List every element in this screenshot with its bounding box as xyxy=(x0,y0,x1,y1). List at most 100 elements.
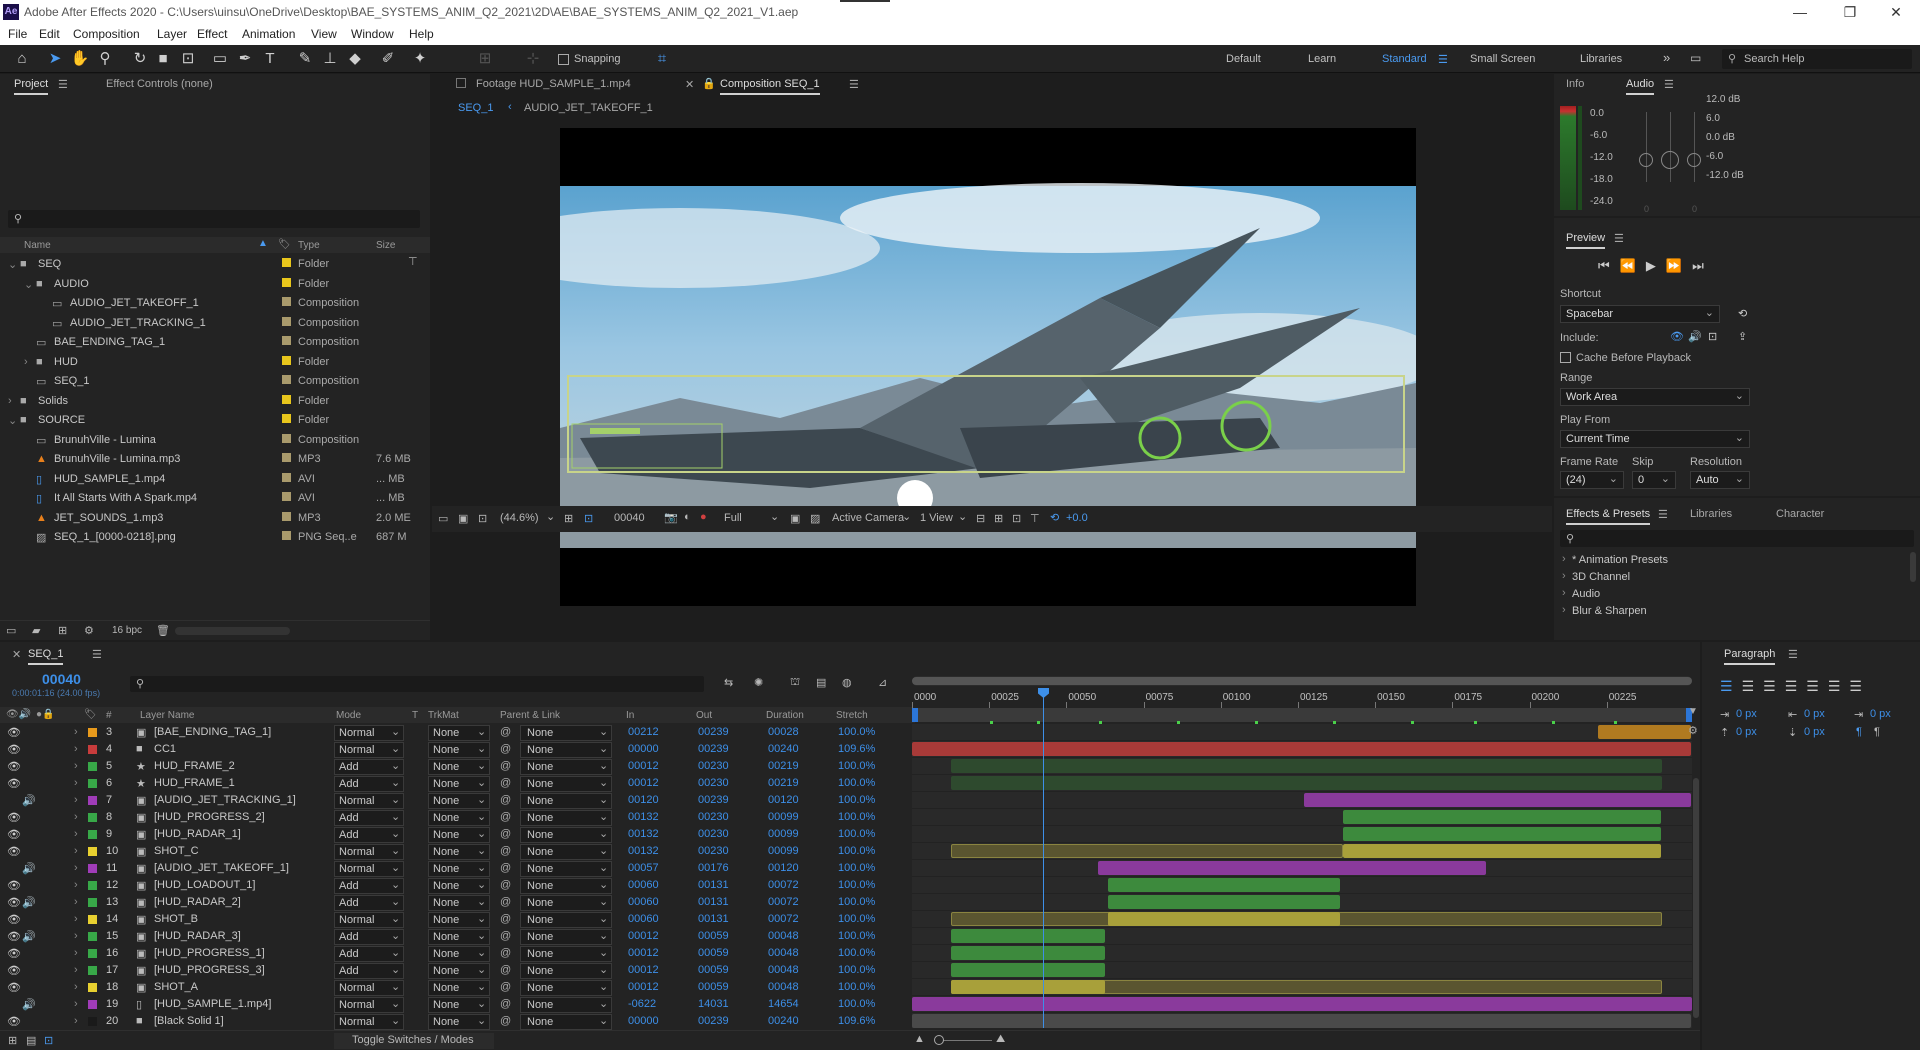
include-output-icon[interactable]: ⇪ xyxy=(1738,330,1747,343)
audio-speaker-icon[interactable]: 🔊 xyxy=(22,794,36,807)
label-swatch[interactable] xyxy=(282,316,291,326)
layer-row[interactable]: 🔊 › 11 ▣ [AUDIO_JET_TAKEOFF_1] Normal ⌄ None ⌄ @ N… xyxy=(0,860,915,877)
out-point[interactable]: 00176 xyxy=(698,862,729,874)
parent-dropdown[interactable]: None ⌄ xyxy=(520,776,612,792)
new-comp-icon[interactable]: ⊞ xyxy=(58,624,67,637)
layer-row[interactable]: 👁 › 8 ▣ [HUD_PROGRESS_2] Add ⌄ None ⌄ @ None ⌄ 00132… xyxy=(0,809,915,826)
fast-preview-icon[interactable]: ⊞ xyxy=(994,512,1003,525)
layer-row[interactable]: 👁 › 18 ▣ SHOT_A Normal ⌄ None ⌄ @ None ⌄ 00012 00059 0… xyxy=(0,979,915,996)
out-point[interactable]: 00059 xyxy=(698,930,729,942)
disclosure-open-icon[interactable]: ⌄ xyxy=(24,278,33,291)
layer-label-swatch[interactable] xyxy=(88,813,97,822)
layer-name[interactable]: [HUD_RADAR_3] xyxy=(154,930,241,942)
trkmat-dropdown[interactable]: None ⌄ xyxy=(428,878,490,894)
parent-dropdown[interactable]: None ⌄ xyxy=(520,861,612,877)
tab-character[interactable]: Character xyxy=(1776,508,1824,520)
duration[interactable]: 00048 xyxy=(768,964,799,976)
project-item[interactable]: ▯ HUD_SAMPLE_1.mp4 AVI ... MB xyxy=(0,470,430,489)
home-icon[interactable]: ⌂ xyxy=(12,50,32,68)
project-item[interactable]: ⌄ ■ AUDIO Folder xyxy=(0,275,430,294)
layer-duration-bar[interactable] xyxy=(951,929,1105,943)
layer-name[interactable]: [HUD_RADAR_2] xyxy=(154,896,241,908)
current-time-indicator[interactable] xyxy=(1043,694,1044,1028)
stretch[interactable]: 100.0% xyxy=(838,845,875,857)
project-item[interactable]: ▨ SEQ_1_[0000-0218].png PNG Seq..e 687 M xyxy=(0,528,430,547)
duration[interactable]: 14654 xyxy=(768,998,799,1010)
expand-arrow-icon[interactable]: › xyxy=(74,896,78,908)
mode-dropdown[interactable]: Add ⌄ xyxy=(334,878,404,894)
tab-info[interactable]: Info xyxy=(1566,78,1584,90)
rectangle-tool-icon[interactable]: ▭ xyxy=(210,50,230,68)
layer-duration-bar[interactable] xyxy=(912,1014,1691,1028)
parent-dropdown[interactable]: None ⌄ xyxy=(520,963,612,979)
sort-icon[interactable]: ▲ xyxy=(258,238,268,249)
expand-arrow-icon[interactable]: › xyxy=(74,862,78,874)
expand-arrow-icon[interactable]: › xyxy=(74,845,78,857)
axis-mode-icon[interactable]: ⊞ xyxy=(475,50,495,68)
layer-label-swatch[interactable] xyxy=(88,864,97,873)
layer-row[interactable]: 👁 › 12 ▣ [HUD_LOADOUT_1] Add ⌄ None ⌄ @ None ⌄ 00060… xyxy=(0,877,915,894)
label-swatch[interactable] xyxy=(282,394,291,404)
type-tool-icon[interactable]: T xyxy=(260,50,280,68)
layer-name[interactable]: [HUD_SAMPLE_1.mp4] xyxy=(154,998,271,1010)
camera-dropdown-icon[interactable]: ⌄ xyxy=(902,510,911,523)
mode-dropdown[interactable]: Normal ⌄ xyxy=(334,997,404,1013)
stretch[interactable]: 100.0% xyxy=(838,760,875,772)
delete-icon[interactable]: 🗑 xyxy=(156,624,170,637)
label-col-icon[interactable]: 🏷 xyxy=(278,239,291,250)
layer-duration-bar[interactable] xyxy=(1303,793,1691,807)
layer-name[interactable]: [AUDIO_JET_TRACKING_1] xyxy=(154,794,296,806)
stretch[interactable]: 100.0% xyxy=(838,947,875,959)
paragraph-title[interactable]: Paragraph xyxy=(1724,648,1776,665)
layer-duration-bar[interactable] xyxy=(1342,844,1662,858)
preview-title[interactable]: Preview xyxy=(1566,232,1606,249)
workspace-libraries[interactable]: Libraries xyxy=(1580,53,1622,65)
mode-dropdown[interactable]: Add ⌄ xyxy=(334,810,404,826)
keyframe-marker[interactable] xyxy=(1036,721,1040,724)
project-settings-icon[interactable]: ⚙ xyxy=(84,624,94,637)
parent-dropdown[interactable]: None ⌄ xyxy=(520,810,612,826)
indent-first-value[interactable]: 0 px xyxy=(1870,708,1891,720)
viewer-menu-icon[interactable]: ☰ xyxy=(849,78,859,91)
layer-name[interactable]: [BAE_ENDING_TAG_1] xyxy=(154,726,271,738)
in-point[interactable]: -0622 xyxy=(628,998,656,1010)
visibility-eye-icon[interactable]: 👁 xyxy=(7,726,21,739)
visibility-eye-icon[interactable]: 👁 xyxy=(7,777,21,790)
parent-dropdown[interactable]: None ⌄ xyxy=(520,997,612,1013)
layer-label-swatch[interactable] xyxy=(88,1017,97,1026)
menu-window[interactable]: Window xyxy=(351,27,394,41)
layer-name[interactable]: [HUD_PROGRESS_3] xyxy=(154,964,265,976)
mode-dropdown[interactable]: Add ⌄ xyxy=(334,827,404,843)
layer-label-swatch[interactable] xyxy=(88,745,97,754)
stretch[interactable]: 100.0% xyxy=(838,726,875,738)
tab-libraries[interactable]: Libraries xyxy=(1690,508,1732,520)
in-point[interactable]: 00060 xyxy=(628,913,659,925)
trkmat-dropdown[interactable]: None ⌄ xyxy=(428,861,490,877)
duration[interactable]: 00099 xyxy=(768,845,799,857)
pickwhip-icon[interactable]: @ xyxy=(500,930,511,942)
rtl-icon[interactable]: ¶ xyxy=(1874,726,1880,738)
pickwhip-icon[interactable]: @ xyxy=(500,760,511,772)
channel-icon[interactable]: ● xyxy=(700,511,707,523)
pickwhip-icon[interactable]: @ xyxy=(500,913,511,925)
snapshot-icon[interactable]: 📷 xyxy=(664,511,678,524)
justify-last-left-icon[interactable]: ☰ xyxy=(1785,678,1807,694)
menu-layer[interactable]: Layer xyxy=(157,27,187,41)
zoom-dropdown-icon[interactable]: ⌄ xyxy=(546,510,555,523)
disclosure-closed-icon[interactable]: › xyxy=(8,395,12,407)
duration[interactable]: 00048 xyxy=(768,930,799,942)
trkmat-dropdown[interactable]: None ⌄ xyxy=(428,742,490,758)
label-swatch[interactable] xyxy=(282,336,291,345)
parent-dropdown[interactable]: None ⌄ xyxy=(520,1014,612,1030)
toggle-switches-modes-button[interactable]: Toggle Switches / Modes xyxy=(334,1033,494,1049)
col-in[interactable]: In xyxy=(626,710,634,721)
tab-audio[interactable]: Audio xyxy=(1626,78,1655,95)
trkmat-dropdown[interactable]: None ⌄ xyxy=(428,776,490,792)
project-item[interactable]: ▭ BAE_ENDING_TAG_1 Composition xyxy=(0,333,430,352)
first-frame-icon[interactable]: ⏮ xyxy=(1598,258,1620,273)
in-point[interactable]: 00120 xyxy=(628,794,659,806)
label-swatch[interactable] xyxy=(282,414,291,423)
expand-arrow-icon[interactable]: › xyxy=(74,981,78,993)
in-point[interactable]: 00057 xyxy=(628,862,659,874)
col-stretch[interactable]: Stretch xyxy=(836,710,868,721)
